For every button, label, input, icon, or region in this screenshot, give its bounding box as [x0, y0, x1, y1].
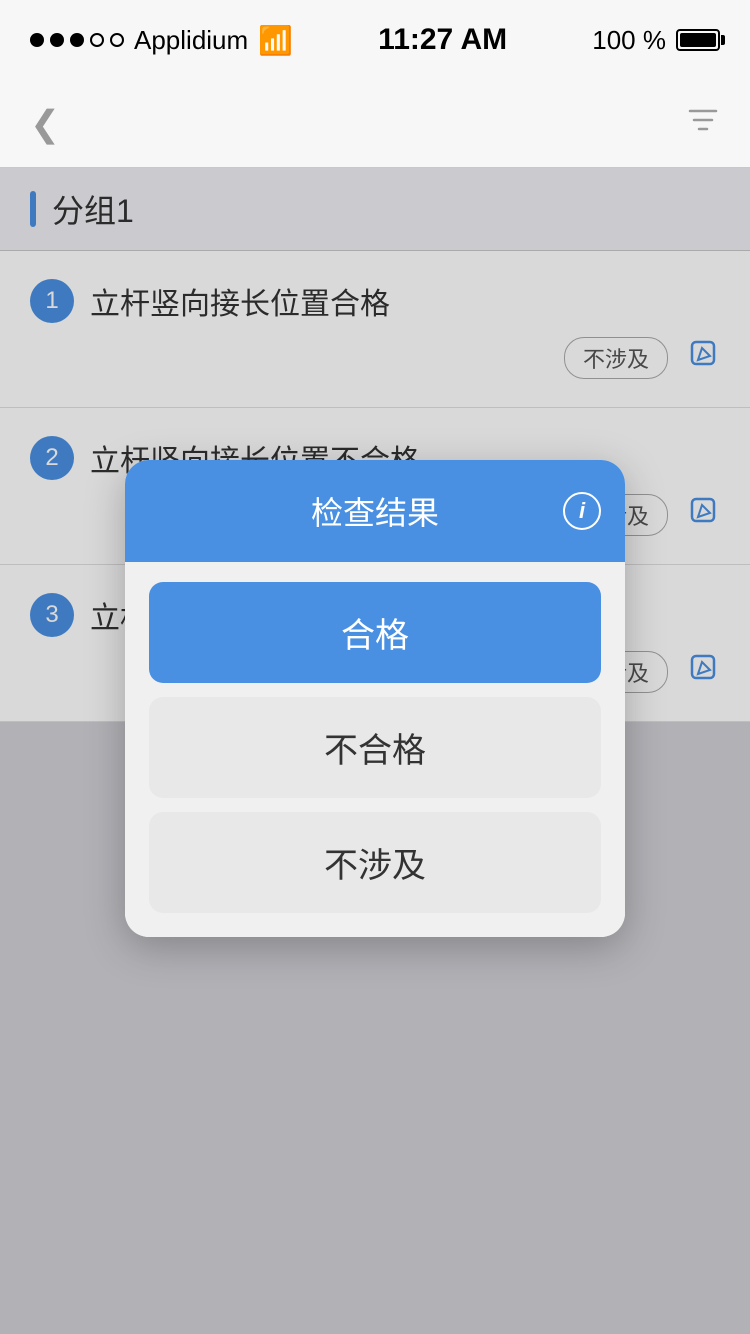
filter-icon[interactable]: [686, 103, 720, 145]
wifi-icon: 📶: [258, 24, 293, 57]
signal-dot-5: [110, 33, 124, 47]
status-left: Applidium 📶: [30, 24, 293, 57]
battery-icon: [676, 29, 720, 51]
nav-bar: ❮: [0, 80, 750, 168]
signal-dot-1: [30, 33, 44, 47]
signal-dot-3: [70, 33, 84, 47]
signal-dots: [30, 33, 124, 47]
status-right: 100 %: [592, 25, 720, 56]
signal-dot-4: [90, 33, 104, 47]
modal-dialog: 检查结果 i 合格 不合格 不涉及: [125, 460, 625, 937]
modal-body: 合格 不合格 不涉及: [125, 562, 625, 937]
battery-percent: 100 %: [592, 25, 666, 56]
info-icon[interactable]: i: [563, 492, 601, 530]
option-na-button[interactable]: 不涉及: [149, 812, 601, 913]
status-time: 11:27 AM: [378, 23, 507, 57]
modal-header: 检查结果 i: [125, 460, 625, 562]
modal-title: 检查结果: [311, 488, 439, 534]
option-pass-button[interactable]: 合格: [149, 582, 601, 683]
status-bar: Applidium 📶 11:27 AM 100 %: [0, 0, 750, 80]
carrier-label: Applidium: [134, 25, 248, 56]
back-button[interactable]: ❮: [30, 103, 60, 145]
signal-dot-2: [50, 33, 64, 47]
option-fail-button[interactable]: 不合格: [149, 697, 601, 798]
battery-fill: [680, 33, 716, 47]
